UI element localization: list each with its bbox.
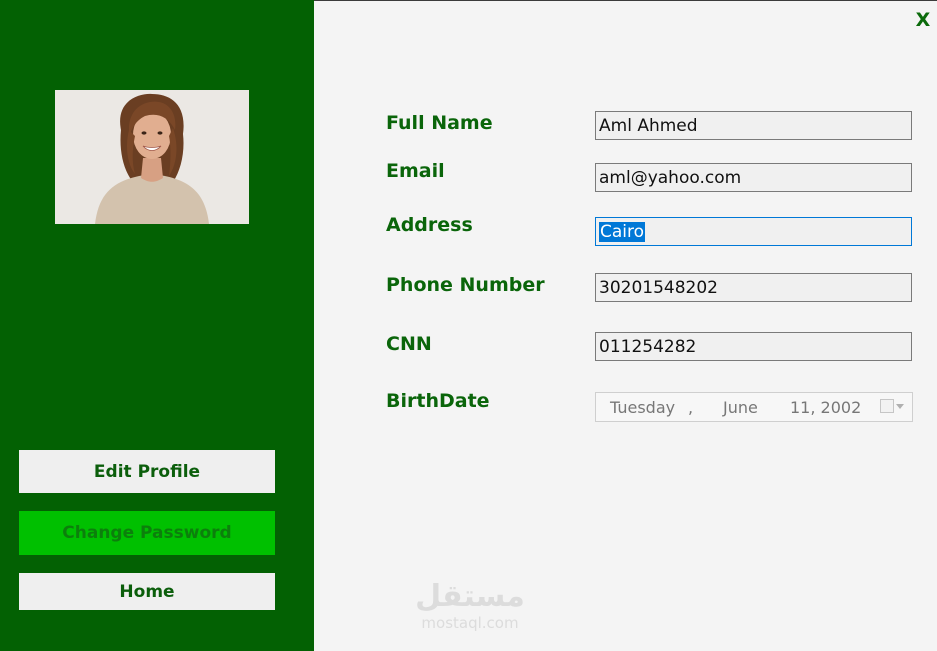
calendar-icon[interactable] bbox=[880, 399, 894, 413]
sidebar: Edit Profile Change Password Home bbox=[0, 0, 314, 651]
cnn-label: CNN bbox=[386, 333, 432, 355]
watermark-arabic: مستقل bbox=[415, 579, 525, 614]
profile-photo bbox=[55, 90, 249, 224]
birthdate-weekday: Tuesday bbox=[610, 397, 676, 417]
address-input[interactable]: Cairo bbox=[595, 217, 912, 246]
phone-number-label: Phone Number bbox=[386, 274, 545, 296]
address-label: Address bbox=[386, 214, 473, 236]
phone-number-input[interactable]: 30201548202 bbox=[595, 273, 912, 302]
birthdate-month: June bbox=[723, 397, 758, 417]
change-password-button[interactable]: Change Password bbox=[19, 511, 275, 555]
chevron-down-icon[interactable] bbox=[896, 404, 904, 409]
birthdate-picker[interactable]: Tuesday , June 11, 2002 bbox=[595, 392, 913, 422]
email-label: Email bbox=[386, 160, 445, 182]
watermark-latin: mostaql.com bbox=[421, 614, 519, 632]
watermark: مستقل mostaql.com bbox=[405, 579, 535, 633]
birthdate-label: BirthDate bbox=[386, 390, 490, 412]
edit-profile-button[interactable]: Edit Profile bbox=[19, 450, 275, 493]
address-selected-text: Cairo bbox=[599, 221, 646, 242]
birthdate-day-year: 11, 2002 bbox=[790, 397, 862, 417]
profile-photo-image bbox=[55, 90, 249, 224]
cnn-input[interactable]: 011254282 bbox=[595, 332, 912, 361]
full-name-label: Full Name bbox=[386, 112, 493, 134]
home-button[interactable]: Home bbox=[19, 573, 275, 610]
full-name-input[interactable]: Aml Ahmed bbox=[595, 111, 912, 140]
close-button[interactable]: X bbox=[913, 8, 933, 32]
email-input[interactable]: aml@yahoo.com bbox=[595, 163, 912, 192]
birthdate-separator: , bbox=[688, 397, 694, 417]
